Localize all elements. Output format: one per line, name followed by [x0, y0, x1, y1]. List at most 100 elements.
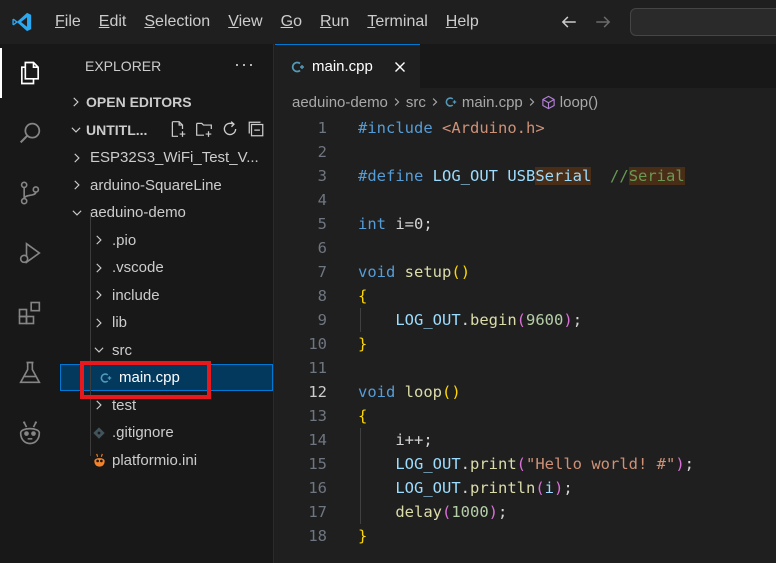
code-line: LOG_OUT.print("Hello world! #");	[395, 455, 695, 473]
breadcrumb-folder[interactable]: aeduino-demo	[292, 94, 388, 111]
run-debug-icon[interactable]	[0, 224, 60, 282]
tree-item-label: ESP32S3_WiFi_Test_V...	[90, 149, 259, 166]
code-line: {	[358, 287, 368, 305]
workspace-label: UNTITL...	[86, 122, 148, 138]
menu-item-view[interactable]: View	[219, 7, 271, 37]
symbol-method-icon	[541, 95, 556, 110]
tree-item-label: .pio	[112, 231, 137, 249]
code-line: LOG_OUT.begin(9600);	[395, 311, 583, 329]
code-line: LOG_OUT.println(i);	[395, 479, 573, 497]
source-control-icon[interactable]	[0, 164, 60, 222]
breadcrumb-symbol[interactable]: loop()	[560, 94, 598, 111]
folder-item[interactable]: lib	[60, 309, 273, 336]
explorer-header: EXPLORER ···	[60, 44, 273, 88]
chevron-right-icon	[527, 97, 537, 107]
chevron-down-icon	[68, 204, 86, 222]
activity-bar	[0, 44, 60, 563]
indent-guide	[90, 212, 91, 456]
folder-item[interactable]: aeduino-demo	[60, 199, 273, 226]
line-number: 4	[317, 191, 327, 209]
chevron-right-icon	[68, 94, 84, 110]
folder-item[interactable]: .vscode	[60, 254, 273, 281]
tree-item-label: .vscode	[112, 259, 164, 276]
git-file-icon	[90, 424, 108, 442]
menu-item-selection[interactable]: Selection	[135, 7, 219, 37]
tab-label: main.cpp	[312, 58, 373, 75]
arrow-left-icon[interactable]	[558, 11, 580, 33]
platformio-icon[interactable]	[0, 404, 60, 462]
tab-bar: main.cpp	[275, 44, 776, 88]
breadcrumb: aeduino-demo src main.cpp loop()	[275, 88, 776, 116]
tree-item-label: include	[112, 286, 160, 304]
folder-item[interactable]: include	[60, 282, 273, 309]
new-file-icon[interactable]	[169, 120, 187, 138]
code-line: int i=0;	[358, 215, 433, 233]
navigation-controls	[558, 0, 614, 44]
tree-item-label: arduino-SquareLine	[90, 176, 222, 194]
chevron-right-icon	[68, 176, 86, 194]
workspace-section[interactable]: UNTITL...	[60, 116, 273, 144]
line-number: 11	[308, 359, 327, 377]
folder-item[interactable]: src	[60, 337, 273, 364]
code-line: #include <Arduino.h>	[358, 119, 545, 137]
code-line: delay(1000);	[395, 503, 508, 521]
chevron-down-icon	[90, 341, 108, 359]
tree-item-label: src	[112, 341, 132, 359]
breadcrumb-src[interactable]: src	[406, 94, 426, 111]
explorer-title: EXPLORER	[85, 58, 162, 74]
cpp-file-icon	[444, 95, 458, 109]
command-center-input[interactable]	[630, 8, 776, 36]
title-bar: File Edit Selection View Go Run Terminal Help	[0, 0, 776, 44]
line-number: 2	[317, 143, 327, 161]
open-editors-section[interactable]: OPEN EDITORS	[60, 88, 273, 116]
breadcrumb-file[interactable]: main.cpp	[462, 94, 523, 111]
code-line: {	[358, 407, 368, 425]
folder-item[interactable]: .pio	[60, 227, 273, 254]
folder-item[interactable]: ESP32S3_WiFi_Test_V...	[60, 144, 273, 171]
extensions-icon[interactable]	[0, 284, 60, 342]
chevron-right-icon	[90, 286, 108, 304]
file-item[interactable]: platformio.ini	[60, 447, 273, 474]
chevron-right-icon	[68, 149, 86, 167]
tab-main-cpp[interactable]: main.cpp	[275, 44, 420, 88]
menu-item-terminal[interactable]: Terminal	[358, 7, 436, 37]
annotation-highlight-box	[80, 361, 211, 399]
tree-item-label: platformio.ini	[112, 451, 198, 469]
menu-bar: File Edit Selection View Go Run Terminal Help	[46, 0, 488, 44]
open-editors-label: OPEN EDITORS	[86, 94, 192, 110]
menu-item-run[interactable]: Run	[311, 7, 358, 37]
testing-icon[interactable]	[0, 344, 60, 402]
chevron-down-icon	[68, 122, 84, 138]
file-item[interactable]: .gitignore	[60, 419, 273, 446]
search-icon[interactable]	[0, 104, 60, 162]
cpp-file-icon	[289, 58, 307, 76]
code-line: void setup()	[358, 263, 471, 281]
explorer-actions	[169, 120, 265, 138]
chevron-right-icon	[90, 231, 108, 249]
menu-item-edit[interactable]: Edit	[90, 7, 136, 37]
menu-item-help[interactable]: Help	[437, 7, 488, 37]
explorer-icon[interactable]	[0, 44, 60, 102]
code-line: void loop()	[358, 383, 461, 401]
tree-item-label: .gitignore	[112, 424, 174, 441]
menu-item-file[interactable]: File	[46, 7, 90, 37]
vscode-logo-icon	[0, 0, 44, 44]
arrow-right-icon[interactable]	[592, 11, 614, 33]
code-line: i++;	[395, 431, 433, 449]
tree-item-label: aeduino-demo	[90, 204, 186, 221]
more-actions-icon[interactable]: ···	[234, 54, 255, 75]
folder-item[interactable]: arduino-SquareLine	[60, 172, 273, 199]
platformio-file-icon	[90, 451, 108, 469]
explorer-sidebar: EXPLORER ··· OPEN EDITORS UNTITL... ESP3…	[60, 44, 274, 563]
chevron-right-icon	[90, 314, 108, 332]
collapse-all-icon[interactable]	[247, 120, 265, 138]
menu-item-go[interactable]: Go	[272, 7, 311, 37]
code-line: }	[358, 335, 368, 353]
new-folder-icon[interactable]	[195, 120, 213, 138]
tree-item-label: lib	[112, 314, 128, 331]
line-number: 6	[317, 239, 327, 257]
chevron-right-icon	[430, 97, 440, 107]
chevron-right-icon	[392, 97, 402, 107]
close-icon[interactable]	[392, 59, 408, 75]
refresh-icon[interactable]	[221, 120, 239, 138]
